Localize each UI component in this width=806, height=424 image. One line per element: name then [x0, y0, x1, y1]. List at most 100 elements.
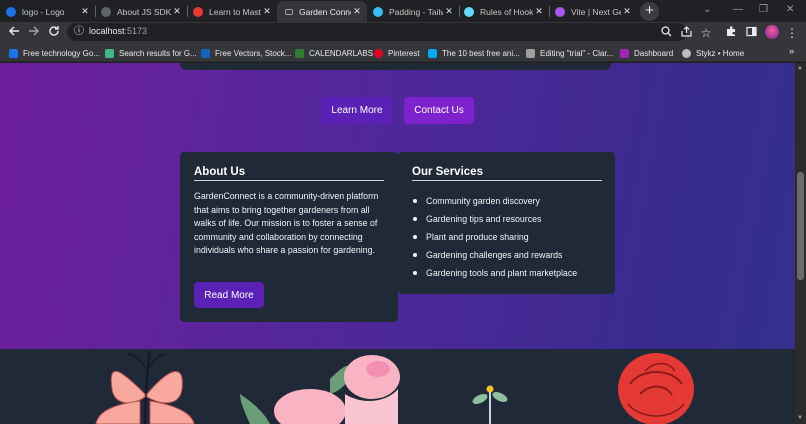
tab-about-js-sdk[interactable]: About JS SDK | ✕ [101, 1, 188, 22]
footer-illustrations [0, 349, 795, 424]
bookmark-label: CALENDARLABS [309, 48, 374, 58]
seedling-icon [472, 385, 508, 424]
forward-arrow-icon[interactable] [26, 25, 42, 41]
tailwind-favicon-icon [373, 6, 383, 17]
bookmark-favicon-icon [526, 48, 535, 58]
profile-avatar[interactable] [765, 25, 779, 39]
service-label: Community garden discovery [426, 196, 540, 206]
reload-icon[interactable] [46, 25, 62, 41]
service-label: Gardening challenges and rewards [426, 250, 563, 260]
close-icon[interactable]: ✕ [533, 6, 545, 17]
bookmark-label: Free Vectors, Stock... [215, 48, 292, 58]
scroll-up-arrow-icon[interactable]: ▲ [797, 65, 803, 71]
bookmark-item[interactable]: Free Vectors, Stock... [201, 47, 291, 59]
page-favicon-icon [285, 8, 293, 15]
tab-title: Vite | Next Gen [571, 6, 621, 17]
bookmark-favicon-icon [105, 48, 114, 58]
bookmark-label: The 10 best free ani... [442, 48, 520, 58]
lily-flower-icon [95, 350, 195, 424]
bookmark-item[interactable]: Free technology Go... [9, 47, 100, 59]
site-info-icon[interactable]: ⓘ [71, 24, 87, 40]
tab-separator [549, 6, 550, 17]
tab-learn-to-master[interactable]: Learn to Maste ✕ [193, 1, 277, 22]
close-icon[interactable]: ✕ [79, 6, 91, 17]
bookmark-item[interactable]: Search results for G... [105, 47, 197, 59]
tab-title: Garden Connec [299, 6, 351, 17]
bookmark-favicon-icon [201, 48, 210, 58]
pinterest-icon [374, 48, 383, 58]
bookmark-favicon-icon [295, 48, 304, 58]
tab-garden-connect[interactable]: Garden Connec ✕ [277, 1, 367, 22]
scroll-down-arrow-icon[interactable]: ▼ [797, 415, 803, 421]
restore-icon[interactable]: ❐ [759, 4, 768, 15]
url-text[interactable]: localhost:5173 [89, 26, 147, 36]
minimize-icon[interactable]: — [733, 4, 743, 15]
bookmark-item[interactable]: Pinterest [374, 47, 420, 59]
bookmark-label: Stykz • Home [696, 48, 745, 58]
bookmark-star-icon[interactable]: ☆ [698, 25, 714, 41]
red-rose-icon [618, 353, 694, 424]
tab-title: Learn to Maste [209, 6, 261, 17]
share-icon[interactable] [678, 25, 694, 41]
url-port: :5173 [124, 26, 148, 36]
contact-us-button[interactable]: Contact Us [404, 97, 474, 124]
bookmark-item[interactable]: Stykz • Home [682, 47, 744, 59]
our-services-heading: Our Services [412, 166, 483, 178]
learn-more-button[interactable]: Learn More [321, 97, 393, 124]
tab-separator [187, 6, 188, 17]
service-item: Gardening tools and plant marketplace [412, 264, 577, 282]
close-icon[interactable]: ✕ [621, 6, 633, 17]
tab-separator [95, 6, 96, 17]
tab-title: About JS SDK | [117, 6, 171, 17]
bullet-icon [413, 235, 417, 239]
bullet-icon [413, 253, 417, 257]
service-label: Gardening tips and resources [426, 214, 542, 224]
bookmark-favicon-icon [428, 48, 437, 58]
bookmark-item[interactable]: Dashboard [620, 47, 673, 59]
service-item: Plant and produce sharing [412, 228, 577, 246]
tab-search-chevron-icon[interactable]: ⌄ [703, 4, 711, 15]
tab-padding-tailwind[interactable]: Padding - Tailw ✕ [373, 1, 460, 22]
bookmark-favicon-icon [620, 48, 629, 58]
extensions-icon[interactable] [723, 25, 739, 41]
close-icon[interactable]: ✕ [351, 6, 363, 17]
tab-strip: logo - Logo ✕ About JS SDK | ✕ Learn to … [0, 0, 806, 22]
close-icon[interactable]: ✕ [443, 6, 455, 17]
url-host: localhost [89, 26, 125, 36]
new-tab-button[interactable]: + [640, 2, 659, 21]
tab-title: Rules of Hooks [480, 6, 533, 17]
bookmark-item[interactable]: CALENDARLABS [295, 47, 373, 59]
address-bar[interactable] [67, 23, 687, 41]
bullet-icon [413, 217, 417, 221]
tab-vite[interactable]: Vite | Next Gen ✕ [555, 1, 637, 22]
side-panel-icon[interactable] [743, 25, 759, 41]
tab-rules-of-hooks[interactable]: Rules of Hooks ✕ [464, 1, 550, 22]
pink-rose-icon [240, 355, 400, 424]
bookmark-item[interactable]: The 10 best free ani... [428, 47, 520, 59]
bookmark-label: Dashboard [634, 48, 674, 58]
close-icon[interactable]: ✕ [261, 6, 273, 17]
close-icon[interactable]: ✕ [171, 6, 183, 17]
tab-logo[interactable]: logo - Logo ✕ [6, 1, 96, 22]
window-close-icon[interactable]: ✕ [786, 4, 794, 15]
kebab-menu-icon[interactable]: ⋮ [784, 25, 800, 41]
bookmark-favicon-icon [682, 48, 691, 58]
sdk-favicon-icon [101, 6, 111, 17]
bookmark-label: Free technology Go... [23, 48, 100, 58]
bookmark-item[interactable]: Editing "trial" - Clar... [526, 47, 613, 59]
tab-title: logo - Logo [22, 6, 65, 17]
page-viewport: Learn More Contact Us About Us GardenCon… [0, 63, 795, 424]
bookmarks-overflow-icon[interactable]: » [789, 46, 794, 56]
tab-separator [459, 6, 460, 17]
scrollbar-thumb[interactable] [797, 172, 804, 280]
flower-illustrations-svg [95, 350, 694, 424]
back-arrow-icon[interactable] [6, 25, 22, 41]
learn-favicon-icon [193, 6, 203, 17]
bookmark-label: Editing "trial" - Clar... [540, 48, 614, 58]
bookmark-label: Search results for G... [119, 48, 197, 58]
service-item: Community garden discovery [412, 192, 577, 210]
hero-card-bottom [180, 63, 611, 70]
zoom-icon[interactable] [658, 25, 674, 41]
bullet-icon [413, 199, 417, 203]
read-more-button[interactable]: Read More [194, 282, 264, 308]
